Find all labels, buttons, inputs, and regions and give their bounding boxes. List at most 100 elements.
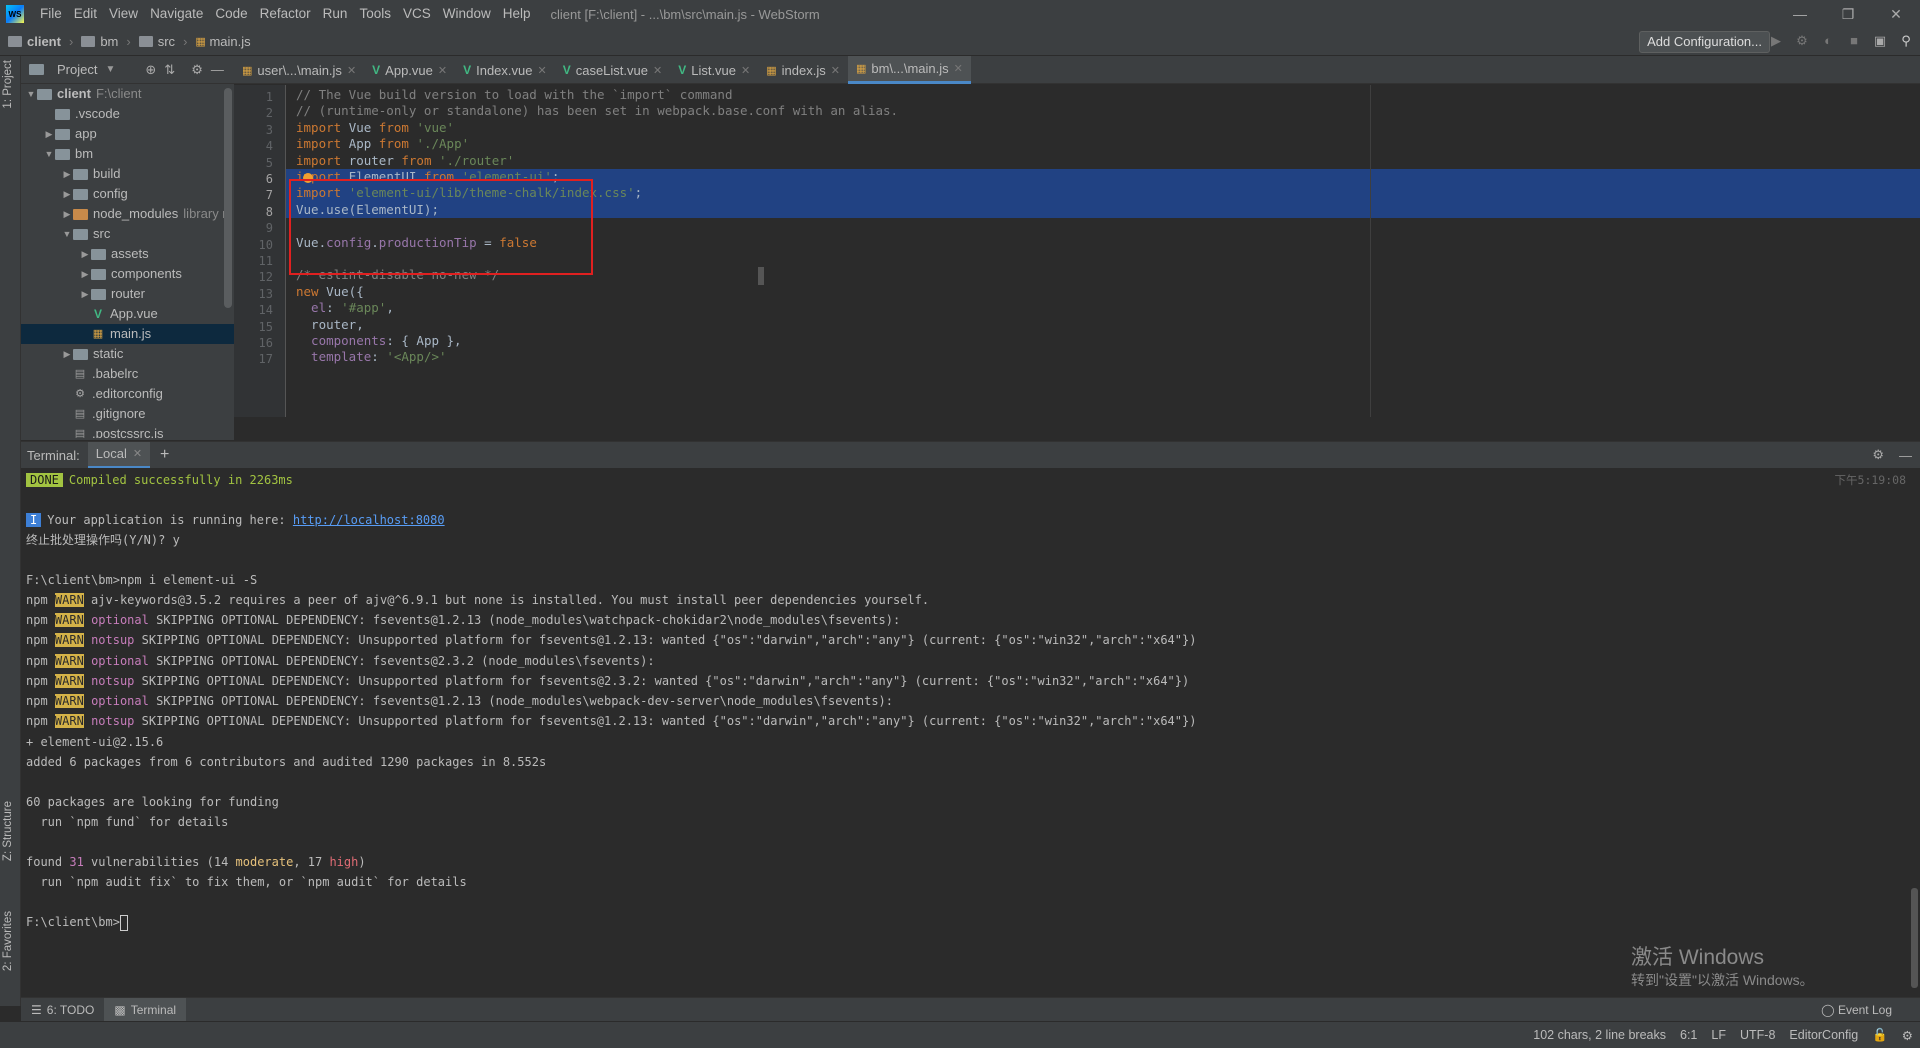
breadcrumb-main-js[interactable]: ▦ main.js — [187, 34, 250, 49]
project-stripe-tab[interactable]: 1: Project — [2, 60, 14, 109]
terminal-warn-line: npm WARN optional SKIPPING OPTIONAL DEPE… — [26, 691, 893, 711]
project-structure-icon[interactable]: ▣ — [1872, 32, 1888, 50]
menu-navigate[interactable]: Navigate — [144, 0, 209, 28]
project-view-selector[interactable]: Project — [57, 62, 97, 77]
tree-item[interactable]: ▶ node_modules library r — [21, 204, 234, 224]
add-configuration-button[interactable]: Add Configuration... — [1639, 31, 1770, 53]
editor-tab[interactable]: ▦ index.js ✕ — [758, 56, 848, 84]
file-encoding[interactable]: UTF-8 — [1733, 1028, 1782, 1042]
editor-tab[interactable]: ▦ bm\...\main.js ✕ — [847, 56, 971, 84]
editor-tab[interactable]: V App.vue ✕ — [364, 56, 455, 84]
tree-item[interactable]: ▼ src — [21, 224, 234, 244]
terminal-tab-local[interactable]: Local ✕ — [87, 441, 151, 469]
tree-item[interactable]: ▦ main.js — [21, 324, 234, 344]
locate-file-icon[interactable]: ⊕ — [145, 62, 156, 78]
close-icon[interactable]: ✕ — [347, 64, 356, 77]
localhost-link[interactable]: http://localhost:8080 — [293, 513, 445, 527]
tree-item[interactable]: ▼ bm — [21, 144, 234, 164]
minimize-icon[interactable]: — — [1776, 0, 1824, 28]
tree-item[interactable]: ▤ .postcssrc.js — [21, 424, 234, 438]
menu-vcs[interactable]: VCS — [397, 0, 437, 28]
code-token: '#app' — [341, 300, 387, 316]
chevron-right-icon[interactable]: ▶ — [79, 244, 91, 264]
event-log-button[interactable]: ◯ Event Log — [1821, 998, 1892, 1022]
todo-tool-tab[interactable]: ☰ 6: TODO — [21, 998, 104, 1022]
collapse-all-icon[interactable]: ⇅ — [164, 62, 175, 78]
menu-tools[interactable]: Tools — [353, 0, 397, 28]
editor-tab[interactable]: VcaseList.vue ✕ — [555, 56, 671, 84]
terminal-tool-tab[interactable]: ▩ Terminal — [104, 997, 187, 1022]
menu-refactor[interactable]: Refactor — [254, 0, 317, 28]
tree-item[interactable]: ⚙ .editorconfig — [21, 384, 234, 404]
line-separator[interactable]: LF — [1704, 1028, 1733, 1042]
code-editor[interactable]: 1 2 3 4 5 6 7 8 9 10 11 12 13 14 15 16 17 // The Vue bui… — [234, 85, 1920, 417]
caret-position[interactable]: 6:1 — [1673, 1028, 1704, 1042]
coverage-icon[interactable]: ◐ — [1820, 32, 1836, 50]
close-icon[interactable]: ✕ — [741, 64, 750, 77]
tree-item[interactable]: ▼ client F:\client — [21, 84, 234, 104]
hide-panel-icon[interactable]: — — [211, 62, 224, 77]
terminal-output[interactable]: 下午5:19:08 DONE Compiled successfully in 2… — [21, 468, 1920, 996]
breadcrumb-src[interactable]: src — [131, 34, 175, 49]
editor-tab[interactable]: ▦ user\...\main.js ✕ — [234, 56, 364, 84]
gear-icon[interactable]: ⚙ — [1872, 447, 1884, 463]
menu-run[interactable]: Run — [317, 0, 354, 28]
chevron-right-icon[interactable]: ▶ — [61, 344, 73, 364]
editor-tab[interactable]: V List.vue ✕ — [670, 56, 758, 84]
close-icon[interactable]: ✕ — [438, 64, 447, 77]
notifications-icon[interactable]: ⚙ — [1895, 1028, 1920, 1043]
tree-item[interactable]: ▤ .babelrc — [21, 364, 234, 384]
chevron-down-icon[interactable]: ▼ — [105, 64, 115, 75]
favorites-stripe-tab[interactable]: 2: Favorites — [2, 911, 14, 971]
tree-item[interactable]: .vscode — [21, 104, 234, 124]
chevron-right-icon[interactable]: ▶ — [61, 184, 73, 204]
chevron-down-icon[interactable]: ▼ — [25, 84, 37, 104]
tree-item[interactable]: ▶ build — [21, 164, 234, 184]
menu-view[interactable]: View — [103, 0, 144, 28]
tree-item[interactable]: ▤ .gitignore — [21, 404, 234, 424]
search-icon[interactable]: ⚲ — [1898, 32, 1914, 50]
chevron-down-icon[interactable]: ▼ — [61, 224, 73, 244]
chevron-right-icon[interactable]: ▶ — [43, 124, 55, 144]
lock-icon[interactable]: 🔓 — [1865, 1028, 1895, 1043]
structure-stripe-tab[interactable]: Z: Structure — [2, 801, 14, 861]
close-icon[interactable]: ✕ — [133, 447, 142, 460]
tree-item[interactable]: V App.vue — [21, 304, 234, 324]
new-terminal-plus-icon[interactable]: + — [150, 446, 179, 464]
menu-code[interactable]: Code — [209, 0, 253, 28]
close-icon[interactable]: ✕ — [831, 64, 840, 77]
tree-item[interactable]: ▶ components — [21, 264, 234, 284]
tree-item[interactable]: ▶ router — [21, 284, 234, 304]
close-icon[interactable]: ✕ — [954, 62, 963, 75]
breadcrumb-bm[interactable]: bm — [73, 34, 118, 49]
project-tree-scrollbar[interactable] — [224, 88, 232, 308]
breadcrumb-separator: › — [126, 34, 131, 49]
menu-window[interactable]: Window — [437, 0, 497, 28]
run-icon[interactable]: ▶ — [1768, 32, 1784, 50]
tree-item[interactable]: ▶ config — [21, 184, 234, 204]
chevron-right-icon[interactable]: ▶ — [61, 164, 73, 184]
chevron-down-icon[interactable]: ▼ — [43, 144, 55, 164]
editorconfig-indicator[interactable]: EditorConfig — [1782, 1028, 1865, 1042]
editor-tab-label: caseList.vue — [575, 62, 648, 78]
tree-item[interactable]: ▶ assets — [21, 244, 234, 264]
breadcrumb-client[interactable]: client — [0, 34, 61, 49]
menu-edit[interactable]: Edit — [68, 0, 103, 28]
chevron-right-icon[interactable]: ▶ — [79, 284, 91, 304]
tree-item[interactable]: ▶ static — [21, 344, 234, 364]
close-icon[interactable]: ✕ — [537, 64, 546, 77]
tree-item[interactable]: ▶ app — [21, 124, 234, 144]
terminal-scrollbar[interactable] — [1911, 888, 1918, 988]
debug-icon[interactable]: ⚙ — [1794, 32, 1810, 50]
menu-help[interactable]: Help — [497, 0, 537, 28]
editor-tab[interactable]: V Index.vue ✕ — [455, 56, 555, 84]
restore-icon[interactable]: ❐ — [1824, 0, 1872, 28]
stop-icon[interactable]: ■ — [1846, 32, 1862, 50]
close-icon[interactable]: ✕ — [653, 64, 662, 77]
gear-icon[interactable]: ⚙ — [191, 62, 203, 78]
hide-panel-icon[interactable]: — — [1899, 448, 1912, 463]
chevron-right-icon[interactable]: ▶ — [79, 264, 91, 284]
menu-file[interactable]: File — [34, 0, 68, 28]
close-icon[interactable]: ✕ — [1872, 0, 1920, 28]
chevron-right-icon[interactable]: ▶ — [61, 204, 73, 224]
